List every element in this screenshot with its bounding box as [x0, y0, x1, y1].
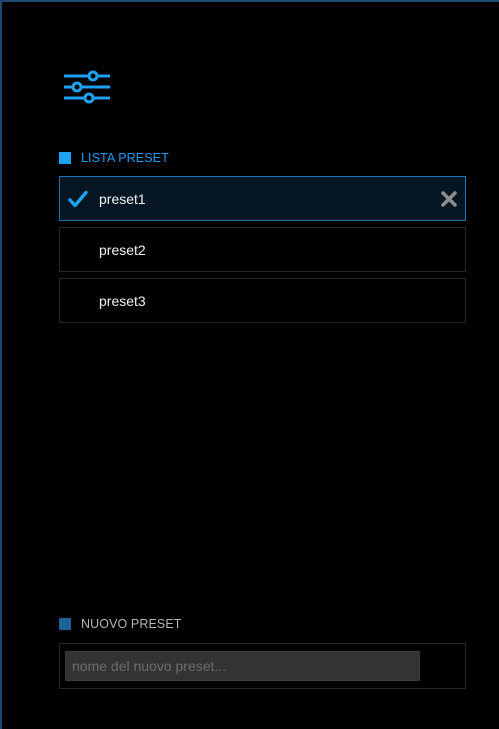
sliders-icon[interactable] [64, 68, 110, 104]
preset-list-title: LISTA PRESET [81, 151, 169, 165]
presets-panel: LISTA PRESET preset1 preset2 preset3 NUO… [0, 0, 499, 729]
new-preset-title: NUOVO PRESET [81, 617, 182, 631]
preset-list: preset1 preset2 preset3 [59, 176, 466, 329]
preset-list-header: LISTA PRESET [59, 151, 169, 165]
preset-name: preset3 [99, 293, 146, 309]
section-marker-icon [59, 152, 71, 164]
new-preset-container [59, 643, 466, 689]
new-preset-name-input[interactable] [65, 651, 420, 681]
preset-name: preset2 [99, 242, 146, 258]
checkmark-icon [68, 190, 88, 208]
close-icon[interactable] [441, 191, 457, 207]
preset-item-1[interactable]: preset1 [59, 176, 466, 221]
section-marker-icon [59, 618, 71, 630]
new-preset-header: NUOVO PRESET [59, 617, 182, 631]
preset-name: preset1 [99, 191, 146, 207]
preset-item-3[interactable]: preset3 [59, 278, 466, 323]
preset-item-2[interactable]: preset2 [59, 227, 466, 272]
